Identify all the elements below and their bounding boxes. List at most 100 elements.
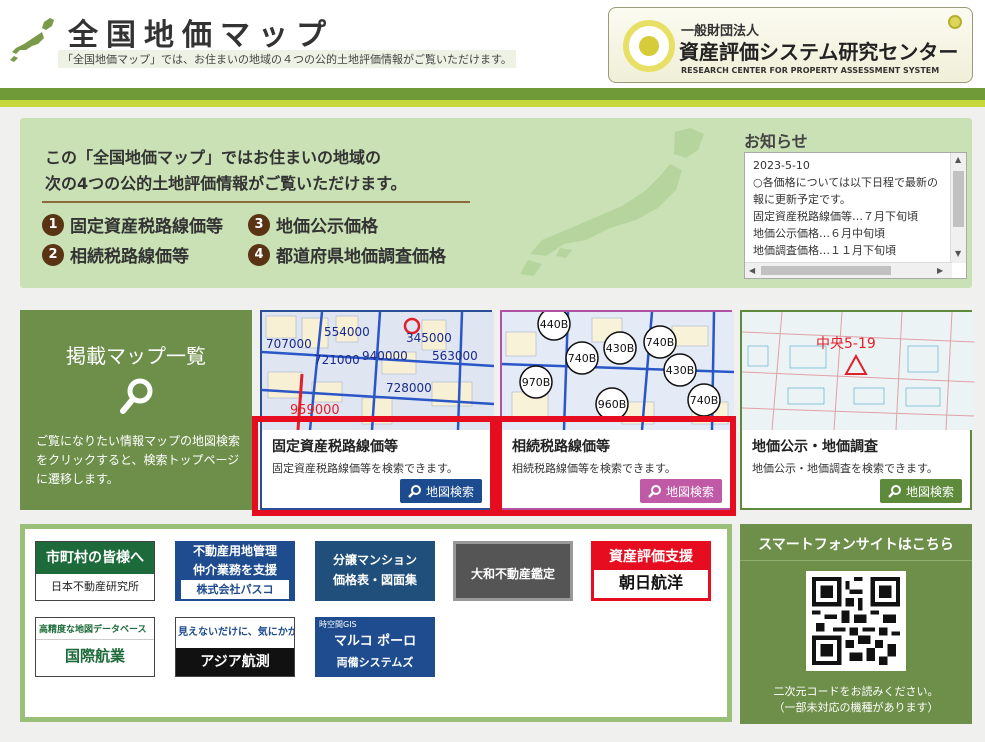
- card-description: 地価公示・地価調査を検索できます。: [752, 462, 938, 475]
- intro-item-2: 2 相続税路線価等: [42, 242, 189, 267]
- intro-item-3: 3 地価公示価格: [248, 212, 378, 237]
- note-line: （一部未対応の機種があります）: [773, 701, 939, 714]
- map-label: 563000: [432, 349, 478, 363]
- map-label: 740B: [690, 394, 719, 407]
- banner-text: 高精度な地図データベース: [36, 618, 154, 640]
- map-label: 中央5-19: [816, 336, 876, 352]
- research-center-logo[interactable]: 一般財団法人 資産評価システム研究センター RESEARCH CENTER FO…: [608, 7, 973, 83]
- banner-text: 株式会社パスコ: [181, 580, 289, 599]
- map-thumbnail-fixed-asset: 707000 721000 940000 345000 728000 56300…: [262, 312, 494, 430]
- banner-logo-text: マルコ ポーロ: [315, 633, 435, 651]
- map-thumbnail-land-price: 中央5-19: [742, 312, 974, 430]
- banner-ryobi[interactable]: 時空間GIS マルコ ポーロ 両備システムズ: [315, 617, 435, 677]
- banner-text: 仲介業務を支援: [192, 563, 277, 577]
- news-title: お知らせ: [744, 132, 808, 151]
- intro-item-label: 地価公示価格: [276, 217, 378, 237]
- news-vertical-scrollbar[interactable]: ▲ ▼: [950, 153, 966, 263]
- banner-jrei[interactable]: 市町村の皆様へ 日本不動産研究所: [35, 541, 155, 601]
- map-label: 740B: [568, 352, 597, 365]
- news-line: 報に更新予定です。: [753, 193, 851, 206]
- map-list-panel: 掲載マップ一覧 ご覧になりたい情報マップの地図検索をクリックすると、検索トップペ…: [20, 310, 252, 510]
- news-line: 固定資産税路線価等…７月下旬頃: [753, 210, 918, 223]
- card-land-price[interactable]: 中央5-19 地価公示・地価調査 地価公示・地価調査を検索できます。 地図検索: [740, 310, 974, 510]
- map-label: 554000: [324, 325, 370, 339]
- qr-code-icon: [812, 577, 900, 665]
- banner-asia-air[interactable]: 見えないだけに、気にかかる アジア航測: [175, 617, 295, 677]
- japan-logo-icon: [10, 18, 54, 62]
- card-map-thumbnail: 707000 721000 940000 345000 728000 56300…: [262, 312, 494, 430]
- banner-text: 資産評価支援: [594, 544, 708, 570]
- header-band-dark: [0, 88, 985, 100]
- button-label: 地図検索: [905, 484, 954, 499]
- header: 全国地価マップ 「全国地価マップ」では、お住まいの地域の４つの公的土地評価情報が…: [0, 0, 985, 88]
- qr-code[interactable]: [806, 571, 906, 671]
- intro-line-1: この「全国地価マップ」ではお住まいの地域の: [45, 148, 382, 167]
- banner-text: 朝日航洋: [618, 573, 683, 592]
- highlight-frame: [252, 416, 496, 516]
- map-label: 430B: [606, 342, 635, 355]
- map-search-button-land-price[interactable]: 地図検索: [880, 479, 962, 503]
- map-label: 721000: [314, 353, 360, 367]
- banner-daiwa[interactable]: 大和不動産鑑定: [453, 541, 573, 601]
- scroll-down-icon[interactable]: ▼: [955, 249, 961, 258]
- banner-text: 不動産用地管理: [192, 544, 277, 558]
- banner-pasco[interactable]: 不動産用地管理 仲介業務を支援 株式会社パスコ: [175, 541, 295, 601]
- banner-text: 時空間GIS: [319, 620, 357, 629]
- search-icon: [888, 485, 901, 498]
- number-badge: 1: [42, 213, 64, 236]
- intro-line-2: 次の4つの公的土地評価情報がご覧いただけます。: [45, 174, 407, 193]
- header-band-light: [0, 100, 985, 107]
- map-label: 440B: [540, 318, 569, 331]
- scrollbar-thumb[interactable]: [761, 266, 891, 275]
- banner-text: 分譲マンション: [332, 553, 417, 567]
- intro-panel: この「全国地価マップ」ではお住まいの地域の 次の4つの公的土地評価情報がご覧いた…: [20, 118, 972, 288]
- banner-text: マルコ: [333, 634, 373, 649]
- map-label: 728000: [386, 381, 432, 395]
- dot-icon: [948, 15, 962, 29]
- map-list-description: ご覧になりたい情報マップの地図検索をクリックすると、検索トップページに遷移します…: [36, 434, 241, 486]
- news-box[interactable]: 2023-5-10 ○各価格については以下日程で最新の 報に更新予定です。 固定…: [744, 152, 967, 279]
- map-thumbnail-inheritance: 440B 430B 740B 740B 970B 960B 430B 740B: [502, 312, 734, 430]
- intro-item-4: 4 都道府県地価調査価格: [248, 242, 446, 267]
- number-badge: 2: [42, 243, 64, 266]
- banner-asahi[interactable]: 資産評価支援 朝日航洋: [591, 541, 711, 601]
- news-line: ○各価格については以下日程で最新の: [753, 176, 939, 189]
- intro-item-label: 相続税路線価等: [70, 247, 189, 267]
- map-label: 430B: [666, 364, 695, 377]
- map-label: 960B: [598, 398, 627, 411]
- map-label: 940000: [362, 349, 408, 363]
- smartphone-panel: スマートフォンサイトはこちら 二次元コードをお読みください。 （一部未対応の機種…: [740, 524, 972, 724]
- scroll-right-icon[interactable]: ▶: [937, 266, 943, 275]
- search-icon: [120, 378, 153, 414]
- rc-name: 資産評価システム研究センター: [679, 40, 959, 64]
- site-title: 全国地価マップ: [68, 18, 334, 53]
- page: 全国地価マップ 「全国地価マップ」では、お住まいの地域の４つの公的土地評価情報が…: [0, 0, 985, 742]
- news-horizontal-scrollbar[interactable]: ◀ ▶: [745, 262, 952, 278]
- scrollbar-thumb[interactable]: [953, 171, 964, 227]
- banner-kokusai[interactable]: 高精度な地図データベース 国際航業: [35, 617, 155, 677]
- banner-condo[interactable]: 分譲マンション 価格表・図面集: [315, 541, 435, 601]
- banner-text: 日本不動産研究所: [51, 580, 139, 593]
- rc-english-name: RESEARCH CENTER FOR PROPERTY ASSESSMENT …: [681, 66, 940, 75]
- map-label: 345000: [406, 331, 452, 345]
- map-list-title: 掲載マップ一覧: [66, 344, 206, 368]
- intro-item-1: 1 固定資産税路線価等: [42, 212, 223, 237]
- japan-map-silhouette-icon: [520, 128, 704, 276]
- smartphone-note: 二次元コードをお読みください。 （一部未対応の機種があります）: [740, 684, 972, 716]
- news-line: 地価調査価格…１１月下旬頃: [753, 244, 896, 257]
- card-title: 地価公示・地価調査: [752, 439, 878, 455]
- scroll-up-icon[interactable]: ▲: [955, 155, 961, 164]
- card-map-thumbnail: 中央5-19: [742, 312, 974, 430]
- banner-text: 市町村の皆様へ: [36, 542, 154, 574]
- news-content: 2023-5-10 ○各価格については以下日程で最新の 報に更新予定です。 固定…: [753, 157, 949, 259]
- intro-divider: [42, 201, 470, 203]
- sponsor-banner-area: 市町村の皆様へ 日本不動産研究所 不動産用地管理 仲介業務を支援 株式会社パスコ…: [20, 524, 732, 722]
- divider: [740, 560, 972, 561]
- intro-item-label: 都道府県地価調査価格: [276, 247, 446, 267]
- scroll-left-icon[interactable]: ◀: [749, 266, 755, 275]
- number-badge: 4: [248, 243, 270, 266]
- news-line: 地価公示価格…６月中旬頃: [753, 227, 885, 240]
- banner-text: 両備システムズ: [336, 656, 414, 669]
- highlight-frame: [496, 416, 736, 516]
- research-center-emblem-icon: [623, 20, 675, 72]
